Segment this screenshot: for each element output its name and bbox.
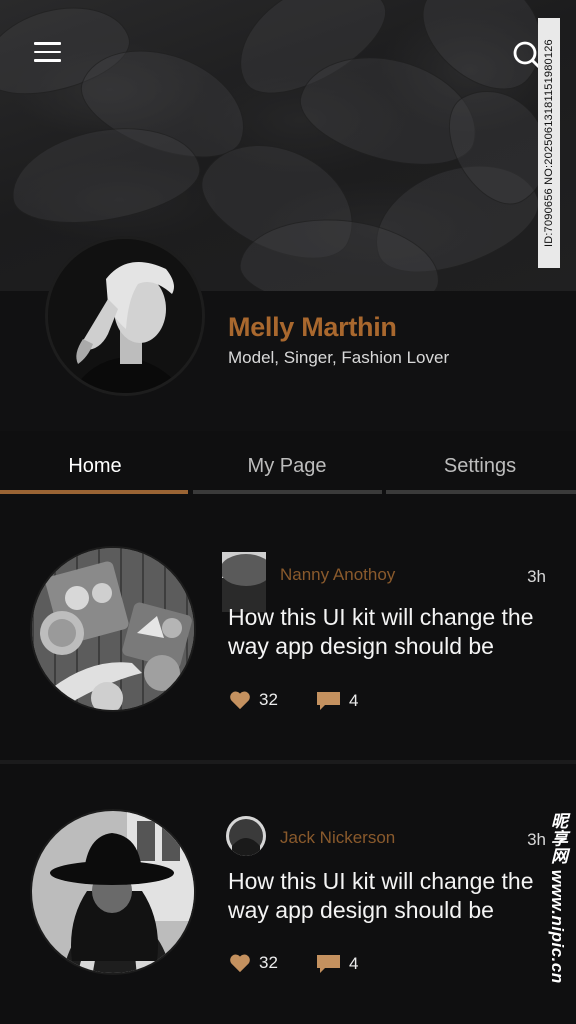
tab-settings[interactable]: Settings: [385, 455, 575, 478]
heart-icon: [230, 954, 250, 973]
tab-home-indicator: [0, 490, 188, 494]
post-author[interactable]: Nanny Anothoy: [280, 565, 395, 585]
comment-count: 4: [349, 954, 359, 973]
comment-button[interactable]: 4: [316, 954, 358, 974]
like-button[interactable]: 32: [229, 953, 278, 973]
post-author[interactable]: Jack Nickerson: [280, 828, 395, 848]
post-title[interactable]: How this UI kit will change the way app …: [228, 867, 558, 925]
tab-home[interactable]: Home: [0, 455, 190, 478]
comment-icon: [317, 692, 340, 710]
like-count: 32: [259, 690, 278, 709]
tab-my-page[interactable]: My Page: [192, 455, 382, 478]
post-title[interactable]: How this UI kit will change the way app …: [228, 603, 558, 661]
like-count: 32: [259, 953, 278, 972]
hamburger-menu-icon[interactable]: [34, 42, 64, 66]
tab-settings-indicator: [386, 490, 576, 494]
post-time: 3h: [527, 567, 546, 586]
post-image-food[interactable]: [30, 546, 196, 712]
profile-bio: Model, Singer, Fashion Lover: [228, 348, 450, 367]
profile-avatar[interactable]: [45, 236, 205, 396]
comment-icon: [317, 955, 340, 973]
post-image-hat-woman[interactable]: [30, 809, 196, 975]
site-watermark: 昵享网 www.nipic.cn: [548, 812, 567, 984]
comment-button[interactable]: 4: [316, 691, 358, 711]
heart-icon: [230, 691, 250, 710]
author-avatar[interactable]: [226, 816, 266, 856]
image-id-watermark: ID:7090656 NO:20250613181151980126: [538, 18, 560, 268]
like-button[interactable]: 32: [229, 690, 278, 710]
profile-name: Melly Marthin: [228, 312, 397, 342]
comment-count: 4: [349, 691, 359, 710]
tab-my-page-indicator: [193, 490, 382, 494]
